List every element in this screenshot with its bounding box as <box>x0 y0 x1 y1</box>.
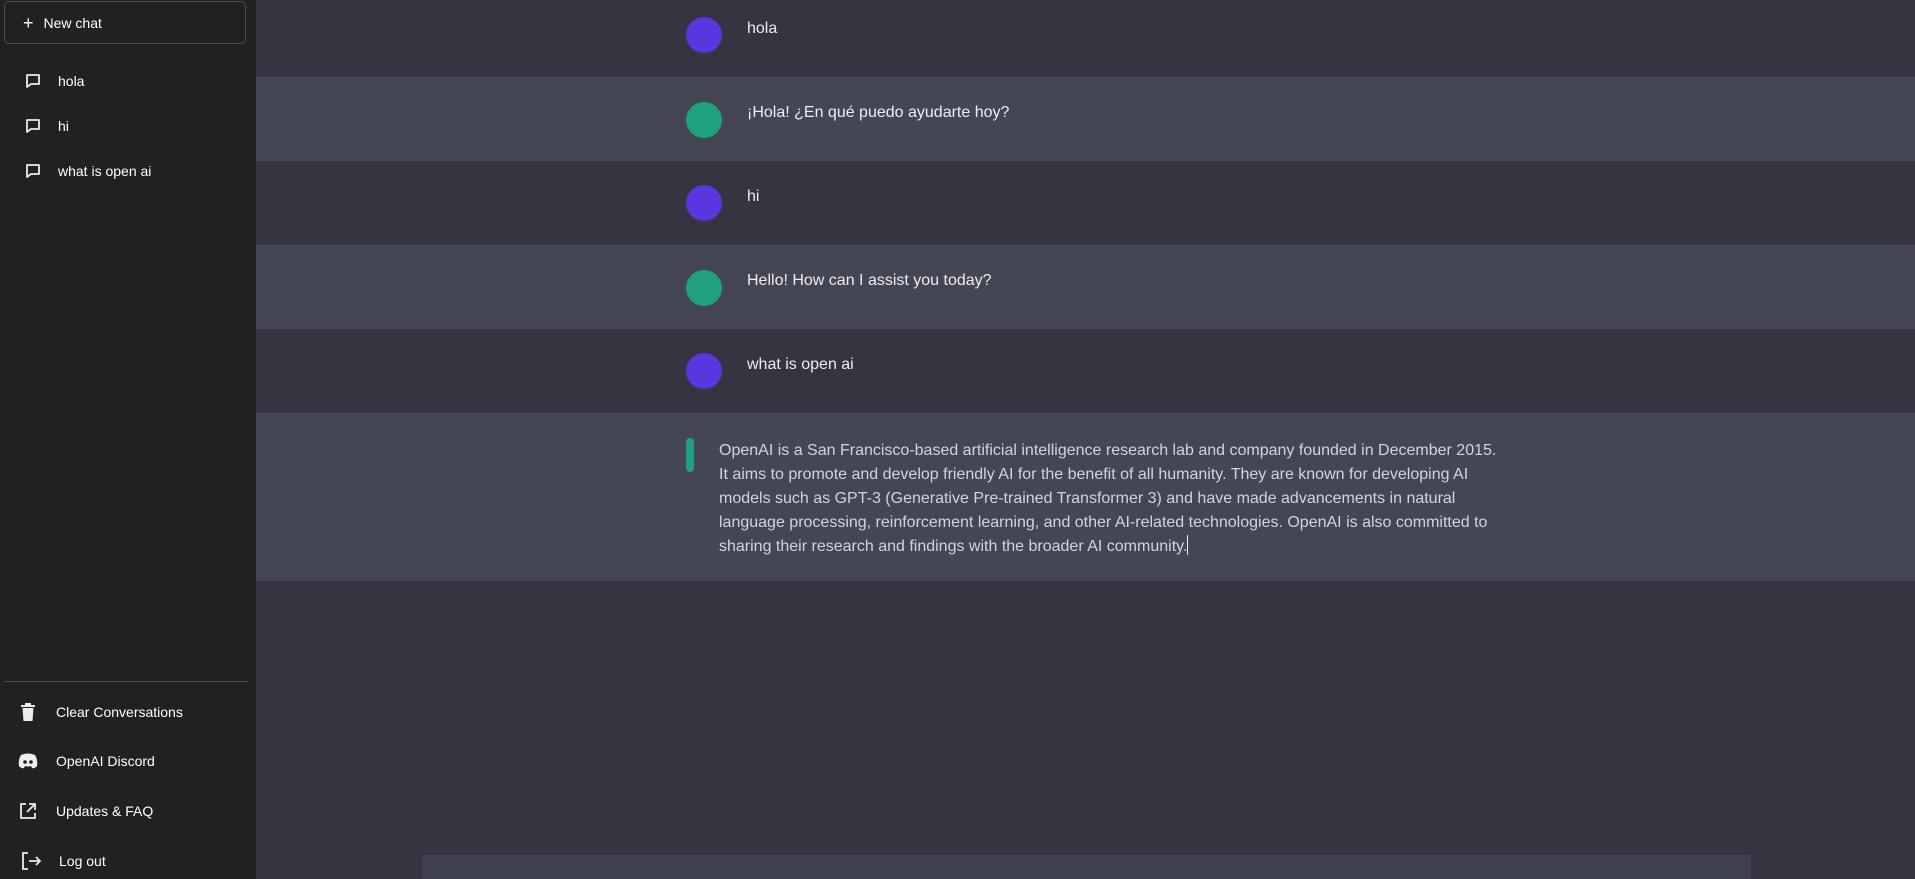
openai-discord-link[interactable]: OpenAI Discord <box>4 739 246 783</box>
sidebar-divider <box>4 681 248 682</box>
log-out-label: Log out <box>59 853 106 869</box>
sidebar: + New chat hola hi what is open ai Clear… <box>0 0 256 879</box>
new-chat-button[interactable]: + New chat <box>4 1 246 44</box>
logout-icon <box>19 849 43 873</box>
message-icon <box>24 72 42 90</box>
discord-icon <box>16 749 40 773</box>
app: + New chat hola hi what is open ai Clear… <box>0 0 1915 879</box>
message-text: OpenAI is a San Francisco-based artifici… <box>719 442 1497 555</box>
assistant-avatar-loading <box>686 438 694 472</box>
prompt-input-container[interactable] <box>422 855 1751 879</box>
updates-faq-link[interactable]: Updates & FAQ <box>4 789 246 833</box>
new-chat-label: New chat <box>43 14 102 31</box>
chat-item-hi[interactable]: hi <box>4 106 246 146</box>
clear-conversations-label: Clear Conversations <box>56 704 183 720</box>
message-row-user: what is open ai <box>256 329 1915 413</box>
text-cursor <box>1187 535 1189 555</box>
message-row-assistant: Hello! How can I assist you today? <box>256 245 1915 329</box>
user-avatar <box>686 17 722 53</box>
openai-discord-label: OpenAI Discord <box>56 753 155 769</box>
message-text: hi <box>747 188 760 205</box>
external-link-icon <box>16 799 40 823</box>
chat-item-label: what is open ai <box>58 163 152 179</box>
message-text: what is open ai <box>747 356 854 373</box>
trash-icon <box>16 700 40 724</box>
log-out-button[interactable]: Log out <box>4 839 246 879</box>
chat-item-hola[interactable]: hola <box>4 61 246 101</box>
message-row-assistant: ¡Hola! ¿En qué puedo ayudarte hoy? <box>256 77 1915 161</box>
message-icon <box>24 162 42 180</box>
message-text: hola <box>747 20 778 37</box>
message-text: Hello! How can I assist you today? <box>747 272 992 289</box>
chat-item-label: hi <box>58 118 69 134</box>
chat-item-what-is-open-ai[interactable]: what is open ai <box>4 151 246 191</box>
assistant-avatar <box>686 270 722 306</box>
plus-icon: + <box>23 12 34 33</box>
message-text: ¡Hola! ¿En qué puedo ayudarte hoy? <box>747 104 1010 121</box>
chat-area: hola ¡Hola! ¿En qué puedo ayudarte hoy? … <box>256 0 1915 879</box>
message-row-user: hi <box>256 161 1915 245</box>
assistant-avatar <box>686 102 722 138</box>
message-icon <box>24 117 42 135</box>
user-avatar <box>686 185 722 221</box>
clear-conversations-button[interactable]: Clear Conversations <box>4 690 246 734</box>
updates-faq-label: Updates & FAQ <box>56 803 154 819</box>
assistant-response: OpenAI is a San Francisco-based artifici… <box>719 439 1509 559</box>
user-avatar <box>686 353 722 389</box>
chat-item-label: hola <box>58 73 85 89</box>
message-row-user: hola <box>256 0 1915 77</box>
